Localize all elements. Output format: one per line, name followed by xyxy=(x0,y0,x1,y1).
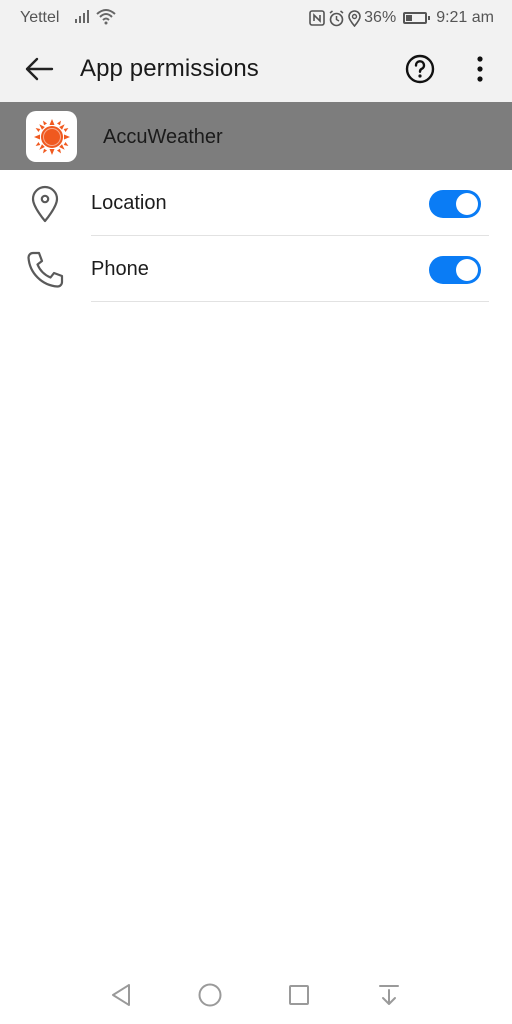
divider xyxy=(91,301,489,302)
app-permissions-screen: Yettel 36% 9:21 am App permissions AccuW… xyxy=(0,0,512,1024)
more-options-button[interactable] xyxy=(466,50,494,88)
app-header: AccuWeather xyxy=(0,102,512,170)
location-toggle[interactable] xyxy=(429,190,481,218)
permission-row-location[interactable]: Location xyxy=(0,170,512,236)
toggle-knob xyxy=(456,193,478,215)
page-title: App permissions xyxy=(80,55,259,82)
nav-notification-button[interactable] xyxy=(372,978,406,1012)
carrier-label: Yettel xyxy=(20,9,60,26)
home-circle-icon xyxy=(198,983,222,1007)
accuweather-sun-icon xyxy=(26,111,77,162)
alarm-icon xyxy=(328,9,345,27)
location-icon xyxy=(348,9,361,27)
status-bar: Yettel 36% 9:21 am xyxy=(0,0,512,36)
signal-icon xyxy=(74,8,92,29)
phone-icon xyxy=(24,250,66,290)
nav-home-button[interactable] xyxy=(193,978,227,1012)
notification-pull-icon xyxy=(379,985,399,1005)
back-button[interactable] xyxy=(20,50,58,88)
toggle-knob xyxy=(456,259,478,281)
more-vert-icon xyxy=(477,56,483,82)
phone-toggle[interactable] xyxy=(429,256,481,284)
nfc-icon xyxy=(309,10,325,26)
battery-icon xyxy=(403,12,431,24)
location-pin-icon xyxy=(24,184,66,224)
battery-percent: 36% xyxy=(364,9,397,26)
recents-square-icon xyxy=(289,985,309,1005)
app-name: AccuWeather xyxy=(103,126,223,148)
toolbar: App permissions xyxy=(0,36,512,102)
wifi-icon xyxy=(96,8,116,30)
back-arrow-icon xyxy=(25,57,54,81)
nav-recents-button[interactable] xyxy=(282,978,316,1012)
status-time: 9:21 am xyxy=(436,9,494,26)
navigation-bar xyxy=(0,966,512,1024)
permission-label-phone: Phone xyxy=(91,258,149,280)
permission-label-location: Location xyxy=(91,192,167,214)
battery-level-fill xyxy=(406,15,413,21)
permission-row-phone[interactable]: Phone xyxy=(0,236,512,302)
help-button[interactable] xyxy=(404,53,436,85)
status-right-cluster: 36% 9:21 am xyxy=(309,9,494,27)
back-triangle-icon xyxy=(112,984,130,1006)
help-icon xyxy=(405,54,435,84)
nav-back-button[interactable] xyxy=(104,978,138,1012)
